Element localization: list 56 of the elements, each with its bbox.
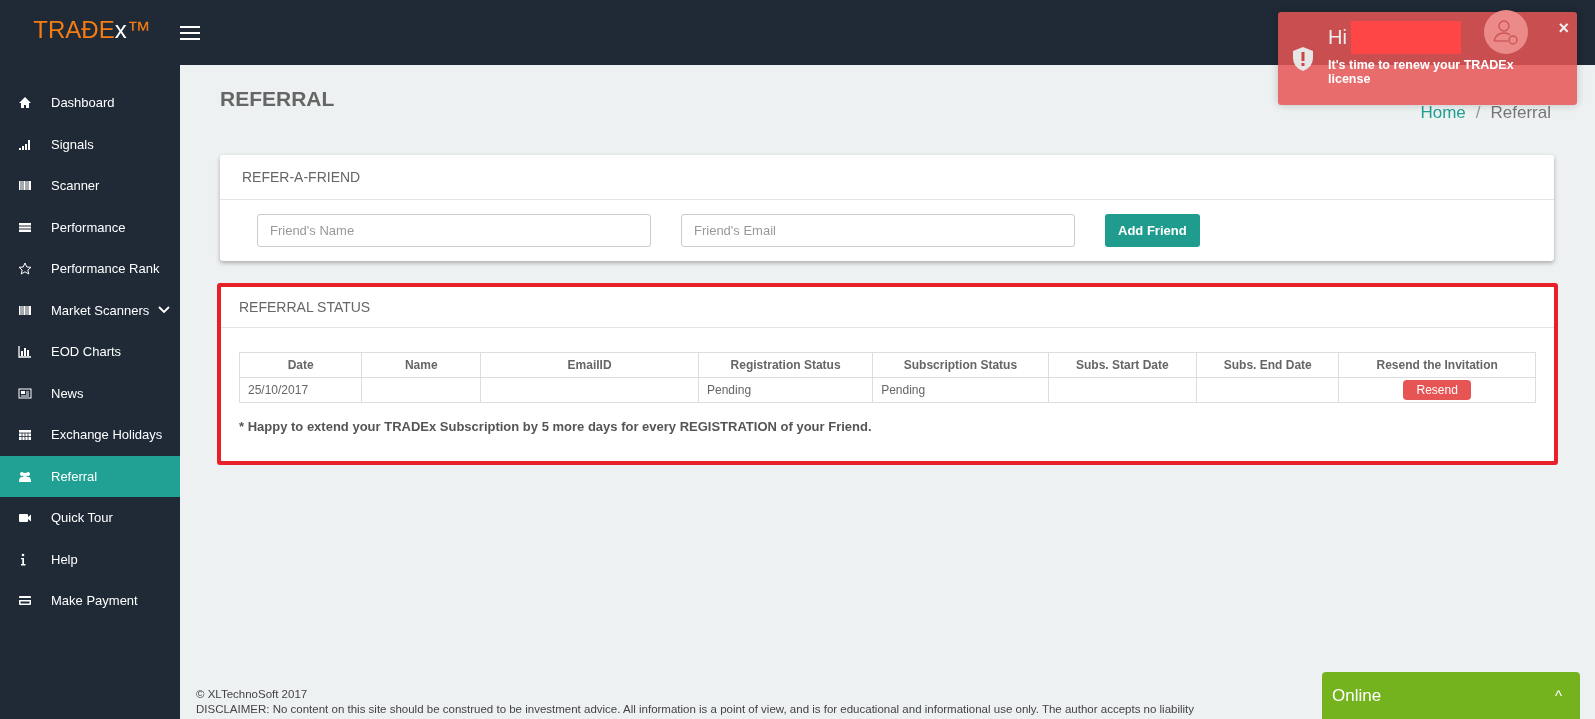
table-cell: Pending (698, 377, 873, 403)
column-header: EmailID (480, 352, 699, 378)
column-header: Subs. End Date (1196, 352, 1339, 378)
column-header: Subs. Start Date (1048, 352, 1197, 378)
column-header: Registration Status (698, 352, 873, 378)
perf-icon (18, 220, 32, 234)
name-field[interactable]: Friend's Name (257, 214, 651, 247)
bars-icon (18, 303, 32, 317)
chart-icon (18, 345, 32, 359)
card-icon (18, 594, 32, 608)
breadcrumb-current: Referral (1490, 103, 1551, 122)
copyright-text: © XLTechnoSoft 2017 (196, 687, 308, 702)
users-icon (18, 469, 32, 483)
table-cell: 25/10/2017 (239, 377, 362, 403)
referral-note: * Happy to extend your TRADEx Subscription by 5 more days for every REGISTRATION of your Friend. (239, 419, 873, 434)
column-header: Resend the Invitation (1338, 352, 1536, 378)
resend-button[interactable]: Resend (1403, 380, 1472, 400)
sidebar-item[interactable]: Performance (0, 206, 180, 248)
greeting-text: Hi (1328, 26, 1347, 49)
bars-icon (18, 179, 32, 193)
email-field[interactable]: Friend's Email (681, 214, 1075, 247)
card-title: REFERRAL STATUS (221, 287, 1554, 328)
news-icon (18, 386, 32, 400)
home-icon (18, 96, 32, 110)
sidebar-item[interactable]: EOD Charts (0, 331, 180, 373)
sidebar-item[interactable]: Exchange Holidays (0, 414, 180, 456)
star-icon (18, 262, 32, 276)
sidebar-item[interactable]: Dashboard (0, 82, 180, 124)
sidebar-item[interactable]: Scanner (0, 165, 180, 207)
sidebar-item[interactable]: Make Payment (0, 580, 180, 622)
video-icon (18, 511, 32, 525)
sidebar-item[interactable]: Performance Rank (0, 248, 180, 290)
user-avatar-icon (1484, 10, 1528, 54)
chat-status: Online (1332, 685, 1382, 706)
sidebar-item[interactable]: Quick Tour (0, 497, 180, 539)
sidebar-item[interactable]: Signals (0, 123, 180, 165)
sidebar-item[interactable]: Market Scanners (0, 289, 180, 331)
column-header: Date (239, 352, 362, 378)
cal-icon (18, 428, 32, 442)
signal-icon (18, 137, 32, 151)
table-cell: Pending (872, 377, 1049, 403)
menu-icon[interactable] (180, 24, 200, 41)
breadcrumb-separator: / (1475, 103, 1481, 122)
sidebar-item[interactable]: News (0, 372, 180, 414)
shield-alert-icon (1292, 45, 1314, 72)
card-title: REFER-A-FRIEND (220, 155, 1554, 200)
page-title: REFERRAL (220, 87, 335, 111)
notification-message: It's time to renew your TRADEx license (1328, 58, 1515, 86)
logo[interactable]: TRAĐEx™ (0, 15, 180, 44)
column-header: Name (361, 352, 481, 378)
sidebar-item[interactable]: Help (0, 538, 180, 580)
disclaimer-text: DISCLAIMER: No content on this site should be construed to be investment advice. All information is a point of view, and is for educational and informational use only. The author accepts no liability (196, 702, 1195, 717)
chevron-down-icon (158, 306, 171, 315)
close-button[interactable]: × (1558, 18, 1569, 39)
caret-icon: ^ (1554, 687, 1562, 704)
column-header: Subscription Status (872, 352, 1049, 378)
